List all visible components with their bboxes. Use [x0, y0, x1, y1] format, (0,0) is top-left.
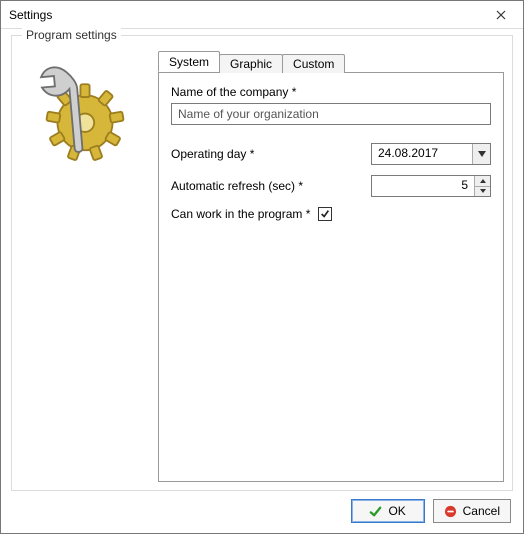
operating-day-label: Operating day * [171, 147, 363, 161]
can-work-row: Can work in the program * [171, 207, 491, 221]
company-row: Name of the company * [171, 85, 491, 125]
tab-system-label: System [169, 55, 209, 69]
tabs-column: System Graphic Custom Name of the compan… [158, 50, 504, 482]
check-icon [320, 209, 330, 219]
cancel-button[interactable]: Cancel [433, 499, 511, 523]
auto-refresh-label: Automatic refresh (sec) * [171, 179, 363, 193]
check-ok-icon [369, 505, 382, 518]
ok-button-label: OK [388, 504, 405, 518]
can-work-checkbox[interactable] [318, 207, 332, 221]
upper-area: System Graphic Custom Name of the compan… [20, 50, 504, 482]
operating-day-input[interactable]: 24.08.2017 [371, 143, 491, 165]
operating-day-dropdown-button[interactable] [472, 144, 490, 164]
triangle-down-icon [480, 189, 486, 193]
gear-wrench-icon [30, 54, 140, 164]
tab-system[interactable]: System [158, 51, 220, 72]
triangle-up-icon [480, 179, 486, 183]
operating-day-row: Operating day * 24.08.2017 [171, 143, 491, 165]
settings-icon-column [20, 50, 150, 482]
titlebar: Settings [1, 1, 523, 29]
groupbox-title: Program settings [22, 28, 121, 42]
window-title: Settings [9, 8, 52, 22]
tab-custom[interactable]: Custom [282, 54, 345, 73]
auto-refresh-row: Automatic refresh (sec) * 5 [171, 175, 491, 197]
company-input[interactable] [171, 103, 491, 125]
cancel-icon [444, 505, 457, 518]
can-work-label: Can work in the program * [171, 207, 310, 221]
close-icon [496, 10, 506, 20]
tab-content: Name of the company * Operating day * 24… [158, 72, 504, 482]
window-close-button[interactable] [481, 2, 521, 28]
spinner-arrows [474, 176, 490, 196]
settings-window: Settings Program settings [0, 0, 524, 534]
tabstrip: System Graphic Custom [158, 50, 504, 72]
spinner-up-button[interactable] [475, 176, 490, 186]
cancel-button-label: Cancel [463, 504, 500, 518]
auto-refresh-value: 5 [372, 176, 474, 196]
tab-graphic[interactable]: Graphic [219, 54, 283, 73]
ok-button[interactable]: OK [351, 499, 425, 523]
company-label: Name of the company * [171, 85, 491, 99]
program-settings-group: Program settings [11, 35, 513, 491]
chevron-down-icon [478, 151, 486, 157]
tab-graphic-label: Graphic [230, 57, 272, 71]
tab-custom-label: Custom [293, 57, 334, 71]
auto-refresh-input[interactable]: 5 [371, 175, 491, 197]
button-bar: OK Cancel [11, 491, 513, 525]
operating-day-value: 24.08.2017 [372, 144, 472, 164]
spinner-down-button[interactable] [475, 186, 490, 197]
window-body: Program settings [1, 29, 523, 533]
